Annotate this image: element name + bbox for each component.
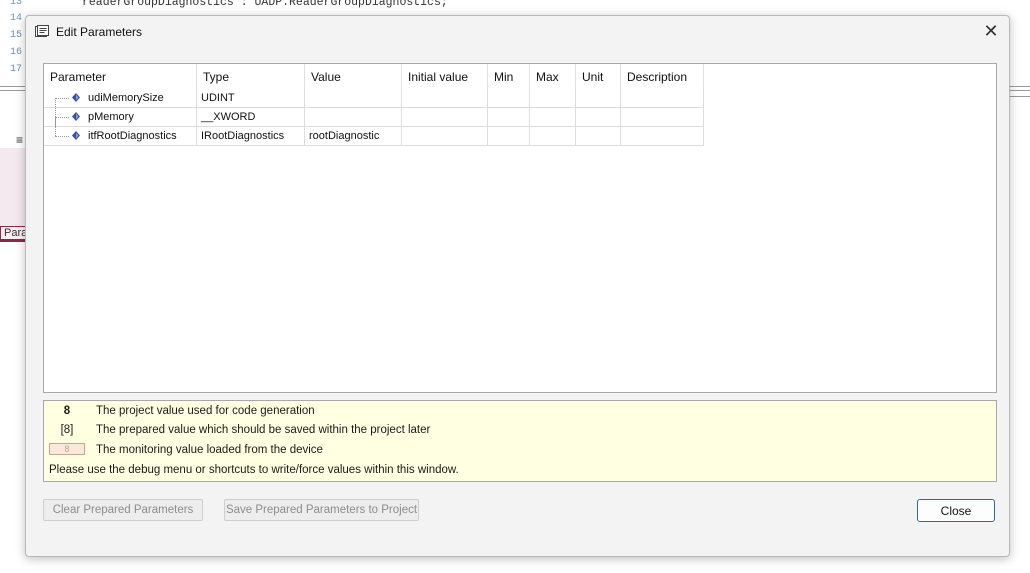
- parameter-grid: Parameter Type Value Initial value Min M…: [43, 63, 997, 393]
- line-number: 13: [10, 0, 23, 8]
- type-cell: IRootDiagnostics: [196, 126, 305, 146]
- value-cell[interactable]: rootDiagnostic: [304, 126, 402, 146]
- variable-icon: [72, 131, 80, 140]
- description-cell: [620, 89, 704, 108]
- parameter-cell[interactable]: udiMemorySize: [44, 89, 197, 127]
- divider: [0, 90, 26, 91]
- variable-icon: [72, 93, 80, 102]
- close-icon[interactable]: ✕: [981, 22, 1001, 42]
- code-line[interactable]: readerGroupDiagnostics : UADP.ReaderGrou…: [82, 0, 448, 9]
- column-header-min[interactable]: Min: [487, 64, 530, 89]
- column-header-description[interactable]: Description: [620, 64, 704, 89]
- description-cell: [620, 126, 704, 146]
- table-row[interactable]: pMemory __XWORD: [44, 98, 704, 127]
- parameter-name: itfRootDiagnostics: [88, 130, 177, 142]
- max-cell: [529, 126, 576, 146]
- edit-parameters-dialog: Edit Parameters ✕ Parameter Type Value I…: [25, 15, 1010, 557]
- value-legend: 8 The project value used for code genera…: [43, 400, 997, 482]
- tree-connector: [55, 98, 56, 117]
- background-tab[interactable]: Para: [0, 226, 26, 242]
- line-number: 17: [10, 64, 23, 75]
- initial-value-cell: [401, 107, 488, 127]
- divider: [1010, 86, 1030, 87]
- parameter-cell[interactable]: pMemory: [44, 98, 197, 127]
- table-row[interactable]: udiMemorySize UDINT: [44, 89, 704, 127]
- column-header-parameter[interactable]: Parameter: [44, 64, 197, 89]
- max-cell: [529, 107, 576, 127]
- monitoring-value-text: The monitoring value loaded from the dev…: [96, 444, 323, 456]
- divider: [0, 86, 26, 87]
- unit-cell: [575, 89, 621, 108]
- clear-prepared-parameters-button[interactable]: Clear Prepared Parameters: [43, 499, 203, 521]
- min-cell: [487, 126, 530, 146]
- tree-connector: [55, 117, 56, 136]
- type-cell: __XWORD: [196, 107, 305, 127]
- variable-icon: [72, 112, 80, 121]
- tree-connector: [55, 117, 69, 118]
- value-cell[interactable]: [304, 107, 402, 127]
- line-number: 15: [10, 30, 23, 41]
- table-header-row: Parameter Type Value Initial value Min M…: [44, 64, 704, 89]
- parameter-name: pMemory: [88, 111, 134, 123]
- min-cell: [487, 89, 530, 108]
- tree-connector: [55, 136, 69, 137]
- monitoring-value-symbol: 8: [49, 443, 85, 455]
- parameter-cell[interactable]: itfRootDiagnostics: [44, 117, 197, 146]
- dialog-titlebar[interactable]: Edit Parameters ✕: [26, 16, 1009, 48]
- description-cell: [620, 107, 704, 127]
- dialog-title: Edit Parameters: [56, 25, 143, 39]
- parameter-name: udiMemorySize: [88, 92, 164, 104]
- type-cell: UDINT: [196, 89, 305, 108]
- line-number: 16: [10, 47, 23, 58]
- parameters-dialog-icon: [35, 25, 49, 37]
- prepared-value-text: The prepared value which should be saved…: [96, 424, 431, 436]
- value-cell[interactable]: [304, 89, 402, 108]
- parameter-table: Parameter Type Value Initial value Min M…: [44, 64, 704, 146]
- initial-value-cell: [401, 89, 488, 108]
- close-button[interactable]: Close: [917, 499, 995, 522]
- save-prepared-parameters-button[interactable]: Save Prepared Parameters to Project: [224, 499, 419, 521]
- table-row[interactable]: itfRootDiagnostics IRootDiagnostics root…: [44, 117, 704, 146]
- max-cell: [529, 89, 576, 108]
- line-number: 14: [10, 13, 23, 24]
- column-header-unit[interactable]: Unit: [575, 64, 621, 89]
- legend-note: Please use the debug menu or shortcuts t…: [49, 464, 459, 476]
- project-value-text: The project value used for code generati…: [96, 405, 315, 417]
- divider: [1010, 96, 1030, 97]
- unit-cell: [575, 107, 621, 127]
- initial-value-cell: [401, 126, 488, 146]
- column-header-type[interactable]: Type: [196, 64, 305, 89]
- project-value-symbol: 8: [63, 405, 71, 417]
- divider: [1010, 90, 1030, 91]
- min-cell: [487, 107, 530, 127]
- tree-connector: [55, 98, 69, 99]
- column-header-initial-value[interactable]: Initial value: [401, 64, 488, 89]
- unit-cell: [575, 126, 621, 146]
- column-header-value[interactable]: Value: [304, 64, 402, 89]
- hamburger-icon[interactable]: ≡: [16, 133, 23, 147]
- column-header-max[interactable]: Max: [529, 64, 576, 89]
- prepared-value-symbol: [8]: [60, 424, 74, 436]
